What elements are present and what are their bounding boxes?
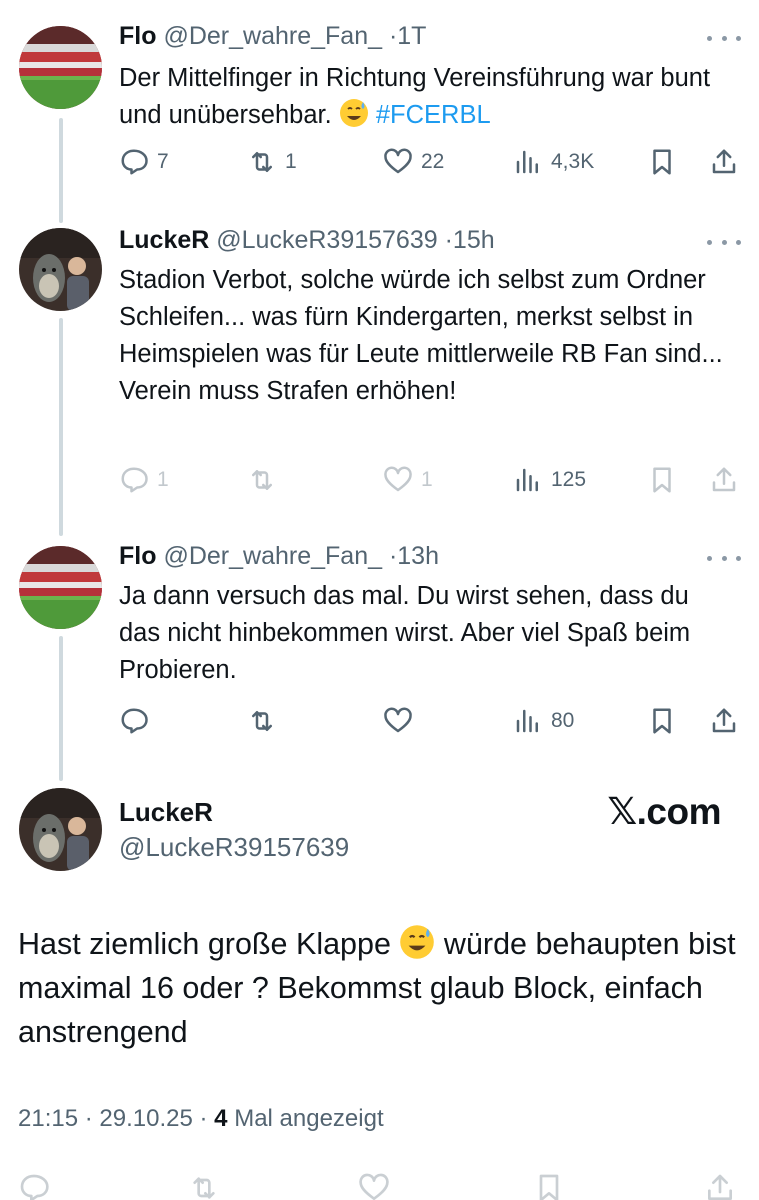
retweet-icon bbox=[252, 470, 272, 490]
share-icon bbox=[708, 1174, 732, 1200]
views-label: Mal angezeigt bbox=[234, 1105, 384, 1132]
reply-button[interactable] bbox=[18, 1168, 50, 1200]
reply-icon bbox=[121, 149, 148, 175]
views-button[interactable]: 4,3K bbox=[513, 142, 594, 182]
views-count: 4 bbox=[214, 1105, 228, 1132]
retweet-button[interactable] bbox=[188, 1168, 220, 1200]
author-handle[interactable]: @LuckeR39157639 bbox=[216, 226, 437, 254]
tweet-text: Der Mittelfinger in Richtung Vereinsführ… bbox=[119, 60, 739, 134]
tweet-header: Flo @Der_wahre_Fan_ ·1T bbox=[119, 22, 426, 51]
author-name[interactable]: Flo bbox=[119, 542, 157, 570]
share-button[interactable] bbox=[704, 1168, 736, 1200]
tweet-time[interactable]: 21:15 bbox=[18, 1105, 78, 1132]
tweet-text: Hast ziemlich große Klappe würde behaupt… bbox=[18, 922, 748, 1054]
tweet-actions: 1 1 125 bbox=[119, 460, 739, 500]
x-com-watermark: 𝕏.com bbox=[607, 791, 721, 832]
like-icon bbox=[384, 148, 412, 174]
tweet-actions bbox=[18, 1168, 748, 1200]
avatar[interactable] bbox=[19, 788, 102, 871]
tweet-meta: 21:15 · 29.10.25 · 4 Mal angezeigt bbox=[18, 1105, 384, 1133]
avatar[interactable] bbox=[19, 26, 102, 109]
tweet-actions: 7 1 22 4,3K bbox=[119, 142, 739, 182]
retweet-count: 1 bbox=[285, 150, 297, 173]
grinning-sweat-emoji bbox=[399, 924, 435, 960]
retweet-icon bbox=[252, 711, 272, 731]
like-count: 22 bbox=[421, 150, 445, 173]
reply-button[interactable]: 7 bbox=[119, 142, 169, 182]
more-icon[interactable] bbox=[707, 232, 741, 252]
author-handle[interactable]: @Der_wahre_Fan_ bbox=[163, 22, 382, 50]
separator-dot: · bbox=[84, 1105, 93, 1132]
thread-line-2 bbox=[59, 318, 63, 536]
avatar[interactable] bbox=[19, 546, 102, 629]
reply-icon bbox=[121, 708, 148, 734]
like-button[interactable]: 22 bbox=[383, 142, 444, 182]
share-icon bbox=[712, 467, 736, 492]
reply-count: 1 bbox=[157, 468, 169, 491]
author-name[interactable]: Flo bbox=[119, 22, 157, 50]
like-count: 1 bbox=[421, 468, 433, 491]
tweet-actions: 80 bbox=[119, 701, 739, 741]
share-icon bbox=[712, 708, 736, 733]
thread-line-1 bbox=[59, 118, 63, 223]
reply-button[interactable] bbox=[119, 701, 149, 741]
bookmark-button[interactable] bbox=[533, 1168, 565, 1200]
like-icon bbox=[384, 466, 412, 492]
tweet-text-part1: Hast ziemlich große Klappe bbox=[18, 927, 391, 961]
retweet-button[interactable]: 1 bbox=[247, 142, 297, 182]
bookmark-button[interactable] bbox=[647, 460, 677, 500]
views-button[interactable]: 125 bbox=[513, 460, 586, 500]
like-icon bbox=[359, 1173, 389, 1200]
reply-button[interactable]: 1 bbox=[119, 460, 169, 500]
views-icon bbox=[516, 468, 538, 492]
reply-icon bbox=[20, 1174, 49, 1200]
more-icon[interactable] bbox=[707, 28, 741, 48]
grinning-sweat-emoji bbox=[339, 98, 369, 128]
retweet-button[interactable] bbox=[247, 460, 285, 500]
tweet-header: Flo @Der_wahre_Fan_ ·13h bbox=[119, 542, 439, 571]
bookmark-icon bbox=[653, 708, 671, 734]
tweet-header: LuckeR @LuckeR39157639 ·15h bbox=[119, 226, 495, 255]
bookmark-icon bbox=[653, 149, 671, 175]
share-icon bbox=[712, 149, 736, 174]
retweet-button[interactable] bbox=[247, 701, 277, 741]
more-icon[interactable] bbox=[707, 548, 741, 568]
share-button[interactable] bbox=[709, 142, 739, 182]
tweet-time[interactable]: 1T bbox=[397, 22, 426, 50]
author-handle[interactable]: @LuckeR39157639 bbox=[119, 832, 349, 863]
tweet-date[interactable]: 29.10.25 bbox=[99, 1105, 192, 1132]
bookmark-icon bbox=[653, 467, 671, 493]
tweet-time[interactable]: 15h bbox=[453, 226, 495, 254]
share-button[interactable] bbox=[709, 701, 739, 741]
author-name[interactable]: LuckeR bbox=[119, 797, 213, 828]
tweet-text: Ja dann versuch das mal. Du wirst sehen,… bbox=[119, 582, 691, 684]
author-name[interactable]: LuckeR bbox=[119, 226, 209, 254]
views-icon bbox=[516, 709, 538, 733]
hashtag-link[interactable]: #FCERBL bbox=[376, 101, 491, 129]
views-button[interactable]: 80 bbox=[513, 701, 574, 741]
reply-icon bbox=[121, 467, 148, 493]
reply-count: 7 bbox=[157, 150, 169, 173]
bookmark-icon bbox=[539, 1174, 559, 1200]
avatar[interactable] bbox=[19, 228, 102, 311]
views-count: 125 bbox=[551, 468, 587, 491]
views-count: 4,3K bbox=[551, 150, 595, 173]
like-button[interactable] bbox=[383, 701, 413, 741]
share-button[interactable] bbox=[709, 460, 739, 500]
separator-dot: · bbox=[199, 1105, 208, 1132]
tweet-time[interactable]: 13h bbox=[397, 542, 439, 570]
bookmark-button[interactable] bbox=[647, 701, 677, 741]
thread-line-3 bbox=[59, 636, 63, 781]
separator-dot: · bbox=[444, 226, 453, 254]
tweet-text: Stadion Verbot, solche würde ich selbst … bbox=[119, 266, 723, 405]
retweet-icon bbox=[252, 152, 272, 172]
like-icon bbox=[384, 707, 412, 733]
like-button[interactable]: 1 bbox=[383, 460, 433, 500]
views-icon bbox=[516, 150, 538, 174]
bookmark-button[interactable] bbox=[647, 142, 677, 182]
retweet-icon bbox=[193, 1177, 215, 1199]
views-count: 80 bbox=[551, 709, 575, 732]
like-button[interactable] bbox=[358, 1168, 390, 1200]
author-handle[interactable]: @Der_wahre_Fan_ bbox=[163, 542, 382, 570]
